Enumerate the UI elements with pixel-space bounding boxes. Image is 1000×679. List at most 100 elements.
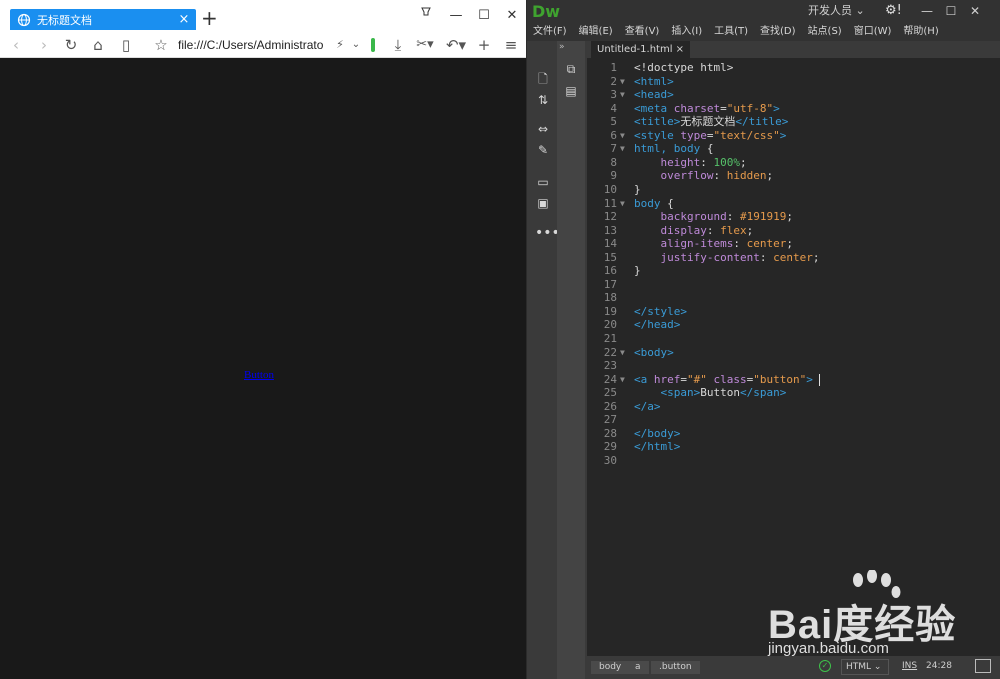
favorite-icon[interactable]: ☆ <box>152 34 170 56</box>
fold-arrow-icon[interactable]: ▼ <box>620 346 625 360</box>
dw-maximize-icon[interactable]: ☐ <box>941 2 961 20</box>
code-text: html, body { <box>634 142 713 156</box>
code-token: <meta <box>634 101 674 115</box>
forward-icon[interactable]: › <box>36 34 52 56</box>
code-token: : <box>759 250 774 264</box>
pin-icon[interactable] <box>416 6 436 26</box>
page-button-link[interactable]: Button <box>244 369 274 381</box>
line-number: 26 <box>603 399 617 413</box>
breadcrumb-a[interactable]: a <box>627 661 649 674</box>
dw-tool-bar: 🗋 ⇅ ⇔ ✎ ▭ ▣ ••• <box>527 41 560 679</box>
browser-tab-title: 无标题文档 <box>37 13 92 27</box>
add-icon[interactable]: + <box>475 34 493 56</box>
menu-item[interactable]: 查找(D) <box>760 22 796 41</box>
browser-window: 无标题文档 × + — ☐ ✕ ‹ › ↻ ⌂ ▯ ☆ file:///C:/U… <box>0 0 526 679</box>
menu-icon[interactable]: ≡ <box>502 34 520 56</box>
close-icon[interactable]: ✕ <box>502 6 522 26</box>
menu-item[interactable]: 窗口(W) <box>854 22 892 41</box>
code-line: 13 display: flex; <box>587 224 1000 238</box>
file-tab[interactable]: Untitled-1.html × <box>591 41 691 58</box>
maximize-icon[interactable]: ☐ <box>474 6 494 26</box>
code-token: "#" <box>687 372 707 386</box>
more-icon[interactable]: ••• <box>535 225 560 241</box>
download-icon[interactable]: ⤓ <box>389 34 407 56</box>
dw-close-icon[interactable]: ✕ <box>965 2 985 20</box>
workspace-switcher[interactable]: 开发人员 ⌄ <box>808 2 865 20</box>
comment-icon[interactable]: ▭ <box>535 174 551 190</box>
code-token: "text/css" <box>713 128 780 142</box>
browser-tab[interactable]: 无标题文档 × <box>10 9 196 30</box>
code-token: : <box>726 210 740 224</box>
code-editor[interactable]: Untitled-1.html × 1 <!doctype html> 2 ▼ <htm… <box>587 41 1000 656</box>
code-token: body <box>634 196 668 210</box>
dom-icon[interactable]: ⧉ <box>563 61 579 77</box>
dw-logo: Dw <box>532 2 561 21</box>
line-number: 30 <box>603 453 617 467</box>
insert-icon[interactable]: ⇔ <box>535 121 551 137</box>
code-line: 25 <span>Button</span> <box>587 386 1000 400</box>
cut-icon[interactable]: ✂▾ <box>414 34 436 56</box>
code-token: = <box>720 101 727 115</box>
fold-arrow-icon[interactable]: ▼ <box>620 197 625 211</box>
code-area[interactable]: 1 <!doctype html> 2 ▼ <html> 3 ▼ <head> 4 <meta c… <box>587 58 1000 656</box>
sort-icon[interactable]: ⇅ <box>535 92 551 108</box>
menu-item[interactable]: 工具(T) <box>714 22 748 41</box>
fold-arrow-icon[interactable]: ▼ <box>620 129 625 143</box>
reload-icon[interactable]: ↻ <box>62 34 80 56</box>
dw-panel-bar: ⧉ ▤ <box>557 41 585 679</box>
menu-item[interactable]: 查看(V) <box>625 22 660 41</box>
code-token: </head> <box>634 318 681 332</box>
breadcrumb-class[interactable]: .button <box>651 661 700 674</box>
collapse-arrows-icon[interactable]: » <box>559 42 565 52</box>
menu-item[interactable]: 编辑(E) <box>579 22 613 41</box>
address-bar[interactable]: file:///C:/Users/Administrator <box>178 36 324 54</box>
line-number: 21 <box>603 332 617 345</box>
code-line: 12 background: #191919; <box>587 210 1000 224</box>
code-token: class <box>713 372 747 386</box>
menu-item[interactable]: 插入(I) <box>671 22 702 41</box>
undo-icon[interactable]: ↶▾ <box>444 34 468 56</box>
fold-arrow-icon[interactable]: ▼ <box>620 373 625 387</box>
reading-icon[interactable]: ▯ <box>117 34 135 56</box>
menu-item[interactable]: 站点(S) <box>808 22 842 41</box>
brush-icon[interactable]: ✎ <box>535 142 551 158</box>
code-text: </a> <box>634 400 661 414</box>
dw-minimize-icon[interactable]: — <box>917 2 937 20</box>
menu-item[interactable]: 帮助(H) <box>903 22 938 41</box>
line-number: 4 <box>610 101 617 115</box>
fold-arrow-icon[interactable]: ▼ <box>620 75 625 89</box>
fold-arrow-icon[interactable]: ▼ <box>620 142 625 156</box>
code-text: </html> <box>634 440 680 454</box>
home-icon[interactable]: ⌂ <box>89 34 107 56</box>
file-icon[interactable]: 🗋 <box>535 71 551 87</box>
menu-item[interactable]: 文件(F) <box>533 22 567 41</box>
tab-close-icon[interactable]: × <box>176 12 192 27</box>
code-line: 29 </html> <box>587 440 1000 454</box>
back-icon[interactable]: ‹ <box>8 34 24 56</box>
snippet-icon[interactable]: ▣ <box>535 195 551 211</box>
code-line: 28 </body> <box>587 427 1000 441</box>
new-tab-button[interactable]: + <box>201 7 218 29</box>
code-token: > <box>779 128 787 142</box>
minimize-icon[interactable]: — <box>446 6 466 26</box>
flash-icon[interactable]: ⚡ <box>334 34 346 56</box>
fold-arrow-icon[interactable]: ▼ <box>620 88 625 102</box>
code-text: justify-content: center; <box>634 250 820 265</box>
breadcrumb-body[interactable]: body <box>591 661 630 674</box>
code-line: 20 </head> <box>587 318 1000 332</box>
file-tab-bar: Untitled-1.html × <box>587 41 1000 58</box>
dropdown-icon[interactable]: ⌄ <box>350 34 362 56</box>
line-number: 7 <box>610 142 617 156</box>
code-token: <a <box>634 372 654 386</box>
gear-icon[interactable]: ⚙! <box>885 2 902 20</box>
code-view-icon[interactable]: ▤ <box>563 83 579 99</box>
code-line: 14 align-items: center; <box>587 237 1000 251</box>
code-token: hidden <box>726 169 767 183</box>
code-line: 30 <box>587 454 1000 468</box>
workspace-label: 开发人员 <box>808 4 852 17</box>
line-number: 24 <box>603 372 617 386</box>
code-token: type <box>680 128 707 142</box>
